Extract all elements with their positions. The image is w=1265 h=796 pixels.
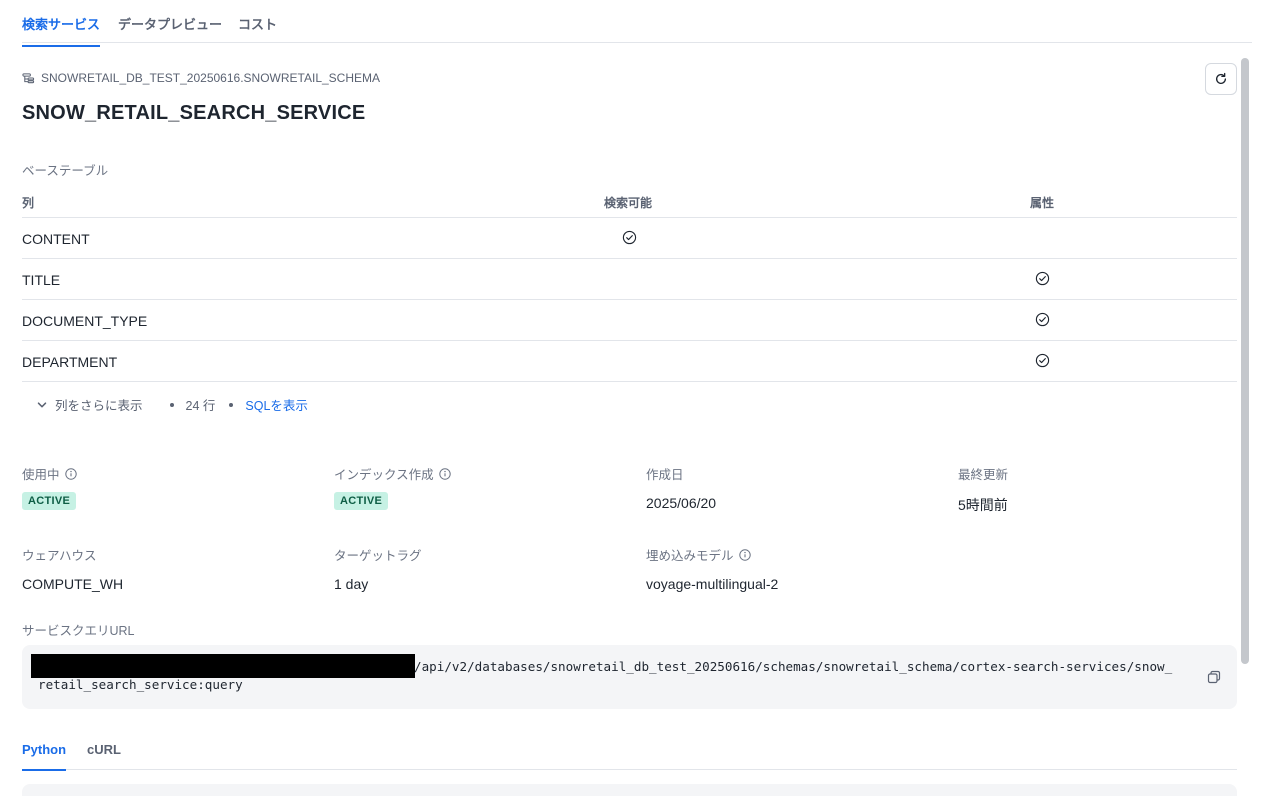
- prop-serving: 使用中 ACTIVE: [22, 464, 77, 510]
- table-row: DOCUMENT_TYPE: [22, 300, 1237, 341]
- tab-curl[interactable]: cURL: [87, 742, 121, 769]
- header-searchable: 検索可能: [604, 196, 653, 210]
- separator-dot: [169, 402, 174, 407]
- column-name: DOCUMENT_TYPE: [22, 313, 148, 329]
- row-count: 24 行: [185, 399, 216, 413]
- header-attribute: 属性: [1030, 196, 1055, 210]
- column-name: CONTENT: [22, 231, 90, 247]
- base-table-label: ベーステーブル: [22, 164, 109, 178]
- prop-warehouse: ウェアハウス COMPUTE_WH: [22, 545, 123, 592]
- page-title: SNOW_RETAIL_SEARCH_SERVICE: [22, 102, 366, 124]
- table-row: TITLE: [22, 259, 1237, 300]
- show-more-columns-button[interactable]: 列をさらに表示: [55, 395, 143, 414]
- indexing-status-badge: ACTIVE: [334, 492, 389, 510]
- scrollbar-thumb[interactable]: [1241, 58, 1249, 664]
- breadcrumb: SNOWRETAIL_DB_TEST_20250616.SNOWRETAIL_S…: [22, 71, 380, 85]
- last-updated-value: 5時間前: [958, 497, 1008, 513]
- created-label: 作成日: [646, 468, 684, 482]
- refresh-button[interactable]: [1205, 63, 1237, 95]
- info-icon[interactable]: [64, 467, 77, 480]
- tab-cost[interactable]: コスト: [238, 14, 277, 45]
- column-name: DEPARTMENT: [22, 354, 118, 370]
- serving-status-badge: ACTIVE: [22, 492, 77, 510]
- embedding-model-value: voyage-multilingual-2: [646, 576, 779, 592]
- refresh-icon: [1215, 72, 1227, 84]
- embedding-model-label: 埋め込みモデル: [646, 549, 734, 563]
- schema-icon: [22, 72, 35, 83]
- code-tab-bar: Python cURL: [22, 730, 1237, 771]
- last-updated-label: 最終更新: [958, 468, 1009, 482]
- warehouse-label: ウェアハウス: [22, 549, 97, 563]
- target-lag-value: 1 day: [334, 576, 369, 592]
- created-value: 2025/06/20: [646, 495, 717, 511]
- serving-label: 使用中: [22, 468, 60, 482]
- column-name: TITLE: [22, 272, 61, 288]
- chevron-down-icon[interactable]: [36, 399, 48, 411]
- show-sql-link[interactable]: SQLを表示: [245, 395, 308, 414]
- columns-table: 列 検索可能 属性 CONTENT TITLE DOCUMENT_TYPE DE…: [22, 188, 1237, 382]
- info-icon[interactable]: [438, 467, 451, 480]
- code-sample-box: [22, 784, 1237, 796]
- service-url-box: /api/v2/databases/snowretail_db_test_202…: [22, 645, 1237, 709]
- prop-indexing: インデックス作成 ACTIVE: [334, 464, 451, 510]
- breadcrumb-path[interactable]: SNOWRETAIL_DB_TEST_20250616.SNOWRETAIL_S…: [41, 71, 380, 85]
- tab-search-service[interactable]: 検索サービス: [22, 14, 101, 47]
- check-circle-icon: [1035, 312, 1050, 327]
- check-circle-icon: [622, 230, 637, 245]
- service-url-value[interactable]: /api/v2/databases/snowretail_db_test_202…: [38, 658, 1178, 694]
- target-lag-label: ターゲットラグ: [334, 549, 422, 563]
- info-icon[interactable]: [738, 548, 751, 561]
- table-footer: 列をさらに表示 24 行 SQLを表示: [36, 395, 308, 414]
- indexing-label: インデックス作成: [334, 468, 434, 482]
- tab-python[interactable]: Python: [22, 742, 67, 771]
- tab-data-preview[interactable]: データプレビュー: [118, 14, 222, 45]
- prop-last-updated: 最終更新 5時間前: [958, 464, 1008, 515]
- separator-dot: [229, 402, 234, 407]
- top-tab-bar: 検索サービス データプレビュー コスト: [22, 0, 1252, 47]
- table-row: DEPARTMENT: [22, 341, 1237, 382]
- service-url-label: サービスクエリURL: [22, 624, 135, 638]
- header-column: 列: [22, 196, 35, 210]
- prop-embedding-model: 埋め込みモデル voyage-multilingual-2: [646, 545, 778, 592]
- warehouse-value: COMPUTE_WH: [22, 576, 124, 592]
- copy-icon[interactable]: [1206, 669, 1222, 685]
- prop-created: 作成日 2025/06/20: [646, 464, 716, 511]
- check-circle-icon: [1035, 353, 1050, 368]
- prop-target-lag: ターゲットラグ 1 day: [334, 545, 422, 592]
- table-row: CONTENT: [22, 218, 1237, 259]
- check-circle-icon: [1035, 271, 1050, 286]
- table-header: 列 検索可能 属性: [22, 188, 1237, 218]
